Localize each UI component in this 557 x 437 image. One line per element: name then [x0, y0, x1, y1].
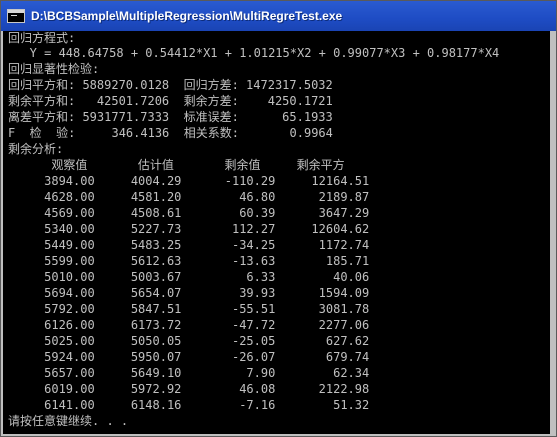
console-table-row: 5657.00 5649.10 7.90 62.34 [8, 366, 370, 380]
console-table-row: 5449.00 5483.25 -34.25 1172.74 [8, 238, 370, 252]
console-line-significance-heading: 回归显著性检验: [8, 62, 100, 76]
console-table-row: 6019.00 5972.92 46.08 2122.98 [8, 382, 370, 396]
console-table-header: 观察值 估计值 剩余值 剩余平方 [8, 158, 345, 172]
console-table-row: 4628.00 4581.20 46.80 2189.87 [8, 190, 370, 204]
title-bar[interactable]: D:\BCBSample\MultipleRegression\MultiReg… [1, 1, 556, 31]
console-line-regression-ss: 回归平方和: 5889270.0128 回归方差: 1472317.5032 [8, 78, 333, 92]
console-table-row: 5924.00 5950.07 -26.07 679.74 [8, 350, 370, 364]
console-line-press-any-key: 请按任意键继续. . . [8, 414, 129, 428]
console-line-residual-ss: 剩余平方和: 42501.7206 剩余方差: 4250.1721 [8, 94, 333, 108]
console-line-equation: Y = 448.64758 + 0.54412*X1 + 1.01215*X2 … [8, 46, 500, 60]
console-table-row: 5599.00 5612.63 -13.63 185.71 [8, 254, 370, 268]
window-title: D:\BCBSample\MultipleRegression\MultiReg… [31, 9, 343, 23]
console-table-row: 3894.00 4004.29 -110.29 12164.51 [8, 174, 370, 188]
console-table-row: 6141.00 6148.16 -7.16 51.32 [8, 398, 370, 412]
window-right-border [550, 31, 554, 434]
console-line-equation-heading: 回归方程式: [8, 31, 76, 45]
console-table-row: 5340.00 5227.73 112.27 12604.62 [8, 222, 370, 236]
console-line-total-ss: 离差平方和: 5931771.7333 标准误差: 65.1933 [8, 110, 333, 124]
console-table-row: 6126.00 6173.72 -47.72 2277.06 [8, 318, 370, 332]
console-window: D:\BCBSample\MultipleRegression\MultiReg… [0, 0, 557, 437]
console-table-row: 5025.00 5050.05 -25.05 627.62 [8, 334, 370, 348]
console-line-residual-heading: 剩余分析: [8, 142, 64, 156]
console-app-icon[interactable] [7, 9, 25, 23]
console-table-row: 5010.00 5003.67 6.33 40.06 [8, 270, 370, 284]
console-table-row: 5694.00 5654.07 39.93 1594.09 [8, 286, 370, 300]
console-table-row: 4569.00 4508.61 60.39 3647.29 [8, 206, 370, 220]
console-table-row: 5792.00 5847.51 -55.51 3081.78 [8, 302, 370, 316]
console-output[interactable]: 回归方程式: Y = 448.64758 + 0.54412*X1 + 1.01… [3, 31, 554, 434]
console-line-f-test: F 检 验: 346.4136 相关系数: 0.9964 [8, 126, 333, 140]
